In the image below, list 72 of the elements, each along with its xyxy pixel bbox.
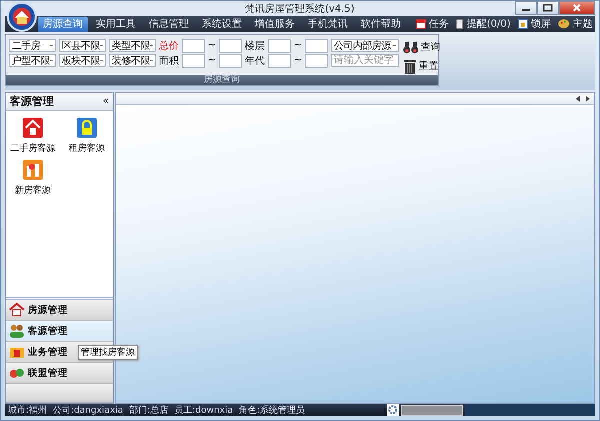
dropdown[interactable]: 区县不限 bbox=[59, 39, 106, 52]
field-label: 年代 bbox=[245, 54, 265, 68]
input-field[interactable] bbox=[182, 38, 205, 52]
panel-caption: 房源查询 bbox=[6, 75, 438, 85]
close-button[interactable] bbox=[559, 1, 595, 15]
screen-icon bbox=[518, 19, 528, 29]
field-label: 面积 bbox=[159, 54, 179, 68]
range-separator: ~ bbox=[294, 40, 302, 51]
module-item[interactable]: 二手房客源 bbox=[6, 118, 60, 160]
people-icon bbox=[9, 324, 25, 338]
minimize-button[interactable] bbox=[515, 1, 537, 15]
field-label: 总价 bbox=[159, 40, 179, 52]
menu-tab[interactable]: 实用工具 bbox=[91, 16, 141, 32]
maximize-icon bbox=[543, 4, 553, 12]
dropdown[interactable]: 二手房 bbox=[9, 39, 56, 52]
lock-icon bbox=[77, 118, 97, 138]
maximize-button[interactable] bbox=[537, 1, 559, 15]
dropdown[interactable]: 公司内部房源 bbox=[331, 39, 399, 52]
panel-title: 客源管理 bbox=[10, 94, 54, 109]
panel-button[interactable]: 查询 bbox=[403, 39, 441, 56]
building-icon bbox=[23, 160, 43, 180]
dropdown[interactable]: 类型不限 bbox=[109, 39, 156, 52]
status-text: 角色:系统管理员 bbox=[239, 404, 306, 416]
module-item[interactable]: 租房客源 bbox=[60, 118, 114, 160]
menu-tab[interactable]: 信息管理 bbox=[144, 16, 194, 32]
input-field[interactable] bbox=[219, 38, 242, 52]
range-separator: ~ bbox=[208, 40, 216, 51]
house-icon bbox=[23, 118, 43, 138]
trash-icon bbox=[403, 58, 417, 74]
menu-tab[interactable]: 手机梵讯 bbox=[303, 16, 353, 32]
palette-icon bbox=[558, 19, 570, 29]
blank-status-panel bbox=[401, 404, 463, 416]
input-field[interactable] bbox=[268, 38, 291, 52]
tooltip: 管理找房客源 bbox=[78, 345, 138, 360]
input-field[interactable] bbox=[219, 54, 242, 68]
field-label: 楼层 bbox=[245, 40, 265, 52]
range-separator: ~ bbox=[208, 55, 216, 66]
menu-tab[interactable]: 软件帮助 bbox=[356, 16, 406, 32]
gear-icon[interactable] bbox=[387, 404, 399, 416]
toolbar-action[interactable]: 主题 bbox=[558, 17, 593, 31]
input-field[interactable] bbox=[305, 54, 328, 68]
range-separator: ~ bbox=[294, 55, 302, 66]
input-field[interactable] bbox=[182, 54, 205, 68]
collapse-button[interactable]: « bbox=[102, 96, 109, 107]
calendar-icon bbox=[416, 19, 426, 29]
nav-item[interactable]: 联盟管理 bbox=[6, 363, 113, 384]
toolbar-action[interactable]: 锁屏 bbox=[518, 17, 551, 31]
dropdown[interactable]: 户型不限 bbox=[9, 54, 56, 67]
close-icon bbox=[572, 4, 582, 12]
status-text: 公司:dangxiaxia bbox=[53, 404, 124, 416]
menu-tab[interactable]: 系统设置 bbox=[197, 16, 247, 32]
panel-button[interactable]: 重置 bbox=[403, 58, 441, 75]
dropdown[interactable]: 装修不限 bbox=[109, 54, 156, 67]
dropdown[interactable]: 板块不限 bbox=[59, 54, 106, 67]
house-icon bbox=[9, 303, 25, 317]
status-text: 城市:福州 bbox=[8, 404, 48, 416]
scroll-arrows-icon[interactable] bbox=[576, 96, 590, 102]
status-text: 部门:总店 bbox=[129, 404, 168, 416]
link-icon bbox=[9, 366, 25, 380]
toolbar-action[interactable]: 任务 bbox=[416, 17, 449, 31]
phone-icon bbox=[456, 18, 464, 30]
nav-item[interactable]: 客源管理 bbox=[6, 321, 113, 342]
folder-icon bbox=[9, 345, 25, 359]
binoculars-icon bbox=[403, 40, 419, 54]
module-item[interactable]: 新房客源 bbox=[6, 160, 60, 202]
window-title: 梵讯房屋管理系统(v4.5) bbox=[245, 2, 355, 16]
toolbar-action[interactable]: 提醒(0/0) bbox=[456, 17, 511, 31]
input-field[interactable] bbox=[268, 54, 291, 68]
status-text: 员工:downxia bbox=[174, 404, 234, 416]
input-field[interactable] bbox=[305, 38, 328, 52]
menu-tab[interactable]: 增值服务 bbox=[250, 16, 300, 32]
nav-item[interactable]: 房源管理 bbox=[6, 300, 113, 321]
